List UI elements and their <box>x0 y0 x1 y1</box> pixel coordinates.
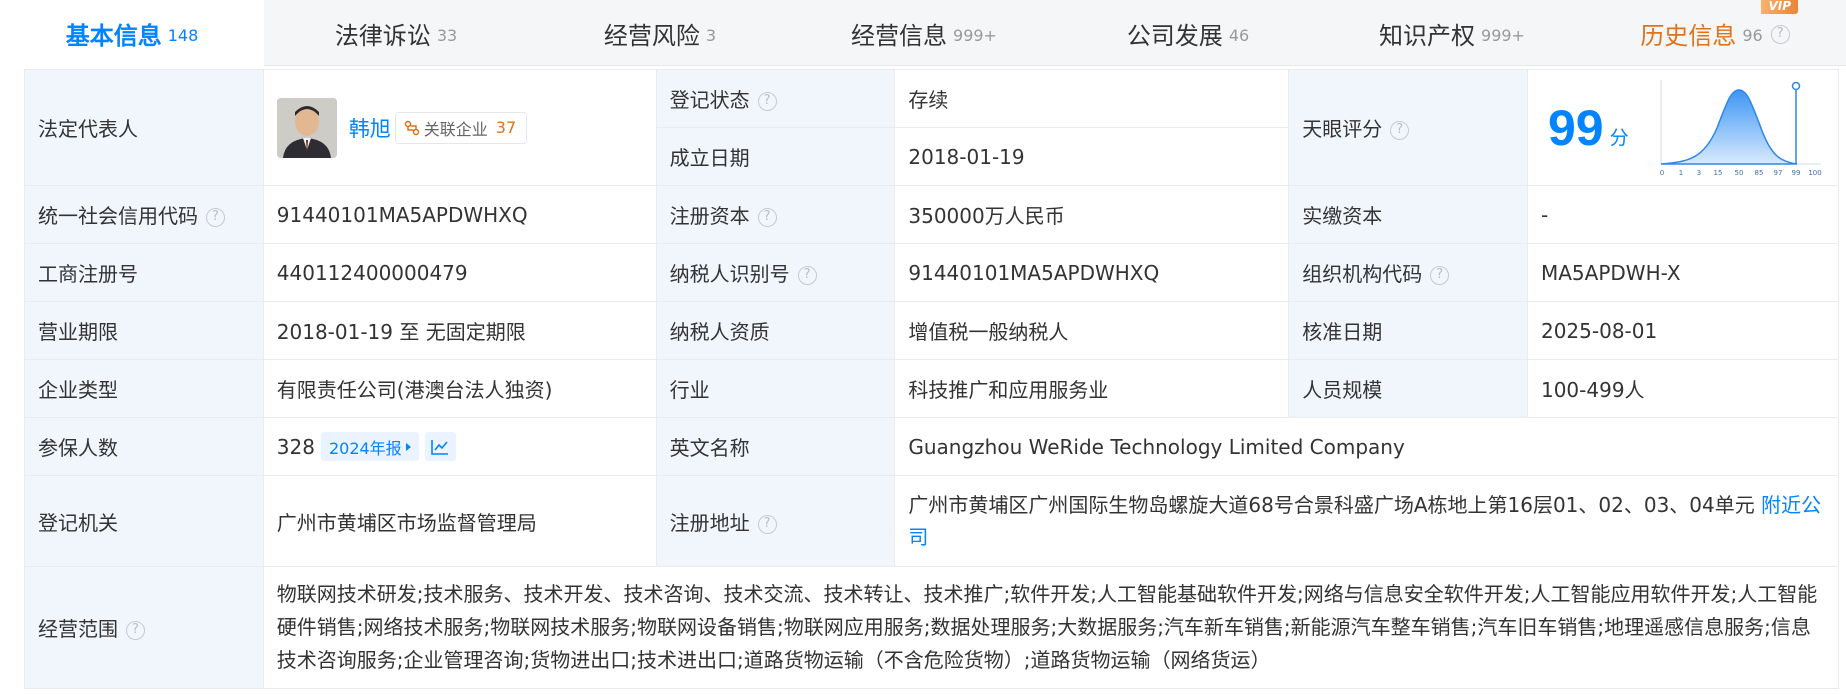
legal-rep-label: 法定代表人 <box>24 69 264 186</box>
biz-reg-no-label: 工商注册号 <box>24 243 264 302</box>
taxpayer-id-value: 91440101MA5APDWHXQ <box>894 243 1290 302</box>
caret-right-icon <box>405 442 411 451</box>
insured-label: 参保人数 <box>24 417 264 476</box>
annual-report-button[interactable]: 2024年报 <box>320 432 419 461</box>
help-icon[interactable]: ? <box>126 621 145 640</box>
help-icon[interactable]: ? <box>206 208 225 227</box>
insured-cell: 328 2024年报 <box>262 417 657 476</box>
company-type-value: 有限责任公司(港澳台法人独资) <box>262 359 657 418</box>
paid-capital-label: 实缴资本 <box>1288 185 1528 244</box>
credit-code-label: 统一社会信用代码? <box>24 185 264 244</box>
tab-basic-info[interactable]: 基本信息 148 <box>0 0 264 66</box>
tab-count: 33 <box>436 25 458 45</box>
taxpayer-qual-value: 增值税一般纳税人 <box>894 301 1290 360</box>
industry-label: 行业 <box>655 359 896 418</box>
tab-ip[interactable]: 知识产权 999+ <box>1320 0 1584 66</box>
help-icon[interactable]: ? <box>1770 25 1790 44</box>
tab-legal[interactable]: 法律诉讼 33 <box>264 0 528 66</box>
axis-tick: 100 <box>1808 169 1821 177</box>
biz-reg-no-value: 440112400000479 <box>262 243 657 302</box>
avatar[interactable] <box>276 97 337 158</box>
related-count: 37 <box>495 118 517 137</box>
tab-count: 3 <box>705 25 717 45</box>
reg-capital-label: 注册资本? <box>655 185 896 244</box>
insured-value: 328 <box>276 434 315 459</box>
term-value: 2018-01-19 至 无固定期限 <box>262 301 657 360</box>
address-value: 广州市黄埔区广州国际生物岛螺旋大道68号合景科盛广场A栋地上第16层01、02、… <box>908 493 1755 517</box>
score-value: 99 <box>1547 99 1604 156</box>
vip-badge: VIP <box>1761 0 1798 14</box>
tab-label: 经营信息 <box>851 21 948 50</box>
reg-capital-value: 350000万人民币 <box>894 185 1290 244</box>
basic-info-table: 法定代表人 韩旭 关联企业 37 登记状态 ? 存续 天眼评分 ? 99 分 0… <box>24 69 1840 689</box>
staff-size-label: 人员规模 <box>1288 359 1528 418</box>
help-icon[interactable]: ? <box>1390 121 1410 140</box>
tab-operation[interactable]: 经营信息 999+ <box>792 0 1056 66</box>
staff-size-value: 100-499人 <box>1526 359 1840 418</box>
related-companies-button[interactable]: 关联企业 37 <box>394 111 528 144</box>
tab-count: 999+ <box>953 25 997 45</box>
legal-rep-cell: 韩旭 关联企业 37 <box>262 69 657 186</box>
tab-count: 148 <box>167 25 199 45</box>
tab-count: 96 <box>1742 25 1763 45</box>
axis-tick: 85 <box>1754 169 1763 177</box>
axis-tick: 99 <box>1791 169 1800 177</box>
score-label: 天眼评分? <box>1288 69 1528 186</box>
taxpayer-qual-label: 纳税人资质 <box>655 301 896 360</box>
axis-tick: 97 <box>1773 169 1782 177</box>
axis-tick: 1 <box>1678 169 1682 177</box>
tab-history[interactable]: VIP 历史信息 96 ? <box>1584 0 1846 66</box>
english-name-value: Guangzhou WeRide Technology Limited Comp… <box>894 417 1839 476</box>
help-icon[interactable]: ? <box>1430 266 1450 285</box>
score-cell: 99 分 0 1 3 15 50 85 97 99 100 <box>1526 69 1840 186</box>
paid-capital-value: - <box>1526 185 1840 244</box>
help-icon[interactable]: ? <box>757 208 777 227</box>
address-cell: 广州市黄埔区广州国际生物岛螺旋大道68号合景科盛广场A栋地上第16层01、02、… <box>894 475 1839 567</box>
help-icon[interactable]: ? <box>757 92 777 111</box>
score-unit[interactable]: 分 <box>1610 123 1629 150</box>
help-icon[interactable]: ? <box>757 514 777 534</box>
credit-code-value: 91440101MA5APDWHXQ <box>262 185 657 244</box>
reg-status-value: 存续 <box>894 69 1290 128</box>
tab-development[interactable]: 公司发展 46 <box>1056 0 1320 66</box>
tab-label: 法律诉讼 <box>334 21 431 50</box>
tab-label: 经营风险 <box>603 21 700 50</box>
legal-rep-name[interactable]: 韩旭 <box>349 113 391 143</box>
axis-tick: 0 <box>1659 169 1663 177</box>
score-distribution-chart[interactable]: 0 1 3 15 50 85 97 99 100 <box>1659 78 1823 178</box>
scope-label: 经营范围? <box>24 566 264 689</box>
axis-tick: 50 <box>1734 169 1743 177</box>
authority-value: 广州市黄埔区市场监督管理局 <box>262 475 657 567</box>
tab-bar: 基本信息 148 法律诉讼 33 经营风险 3 经营信息 999+ 公司发展 4… <box>0 0 1846 66</box>
axis-tick: 3 <box>1696 169 1700 177</box>
scope-value: 物联网技术研发;技术服务、技术开发、技术咨询、技术交流、技术转让、技术推广;软件… <box>262 566 1840 689</box>
reg-status-label: 登记状态? <box>655 69 896 128</box>
tab-label: 历史信息 <box>1640 21 1737 50</box>
company-type-label: 企业类型 <box>24 359 264 418</box>
approval-date-label: 核准日期 <box>1288 301 1528 360</box>
founded-label: 成立日期 <box>655 127 896 186</box>
authority-label: 登记机关 <box>24 475 264 567</box>
tab-count: 46 <box>1228 25 1250 45</box>
tab-label: 公司发展 <box>1126 21 1223 50</box>
tab-risk[interactable]: 经营风险 3 <box>528 0 792 66</box>
term-label: 营业期限 <box>24 301 264 360</box>
english-name-label: 英文名称 <box>655 417 896 476</box>
founded-value: 2018-01-19 <box>894 127 1290 186</box>
tab-count: 999+ <box>1481 25 1525 45</box>
address-label: 注册地址? <box>655 475 896 567</box>
approval-date-value: 2025-08-01 <box>1526 301 1840 360</box>
related-icon <box>404 120 420 135</box>
trend-chart-icon[interactable] <box>424 432 456 461</box>
related-label: 关联企业 <box>423 119 488 139</box>
tab-label: 知识产权 <box>1379 21 1476 50</box>
axis-tick: 15 <box>1713 169 1722 177</box>
industry-value: 科技推广和应用服务业 <box>894 359 1290 418</box>
org-code-value: MA5APDWH-X <box>1526 243 1840 302</box>
org-code-label: 组织机构代码? <box>1288 243 1528 302</box>
taxpayer-id-label: 纳税人识别号? <box>655 243 896 302</box>
help-icon[interactable]: ? <box>797 266 817 285</box>
tab-label: 基本信息 <box>65 21 162 50</box>
